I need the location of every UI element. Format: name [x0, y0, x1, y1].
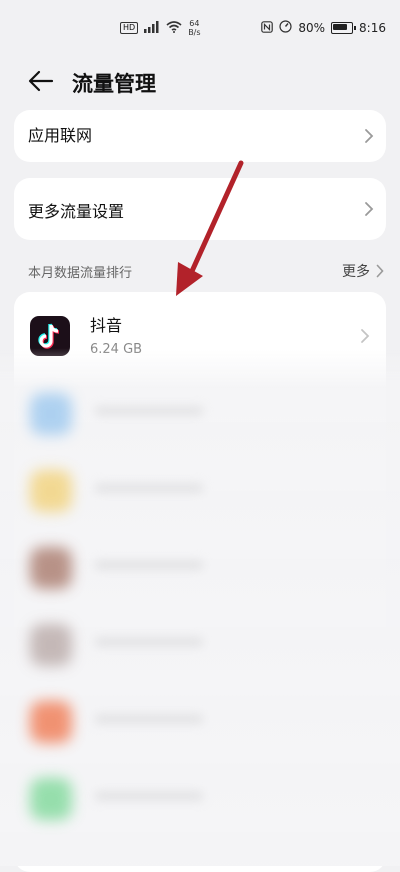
battery-fill	[333, 24, 348, 30]
chevron-right-icon	[365, 202, 374, 216]
battery-percent: 80%	[298, 21, 326, 35]
more-traffic-settings-label: 更多流量设置	[28, 202, 125, 221]
status-left: HD 64 B/s	[120, 18, 201, 37]
more-label: 更多	[342, 264, 370, 280]
header: 流量管理	[0, 58, 400, 106]
more-link[interactable]: 更多	[342, 261, 384, 281]
blurred-app-icon	[30, 547, 72, 589]
chevron-right-icon	[361, 329, 370, 343]
hd-badge: HD	[120, 21, 139, 34]
chevron-right-icon	[365, 129, 374, 143]
app-name: 抖音	[90, 316, 123, 335]
blurred-app-row	[14, 534, 386, 600]
page-title: 流量管理	[72, 72, 156, 96]
ranking-section-title: 本月数据流量排行	[28, 266, 133, 281]
blurred-app-row	[14, 457, 386, 523]
battery-icon	[331, 22, 357, 34]
blurred-app-text	[94, 483, 204, 493]
status-right: 80% 8:16	[261, 20, 386, 36]
blurred-app-text	[94, 791, 204, 801]
blurred-app-text	[94, 560, 204, 570]
blurred-app-icon	[30, 624, 72, 666]
speed-unit: B/s	[188, 27, 201, 37]
chevron-right-icon	[376, 264, 384, 278]
blurred-app-row	[14, 688, 386, 754]
app-network-label: 应用联网	[28, 126, 93, 145]
blurred-app-icon	[30, 701, 72, 743]
blurred-app-row	[14, 380, 386, 446]
signal-icon	[144, 18, 160, 37]
more-traffic-settings-row[interactable]: 更多流量设置	[14, 178, 386, 240]
clock: 8:16	[359, 21, 386, 35]
blurred-app-row	[14, 611, 386, 677]
blurred-app-text	[94, 714, 204, 724]
network-speed: 64 B/s	[188, 19, 200, 37]
wifi-icon	[166, 18, 182, 37]
blurred-app-text	[94, 637, 204, 647]
blurred-app-icon	[30, 778, 72, 820]
app-network-row[interactable]: 应用联网	[14, 110, 386, 162]
speedometer-icon	[279, 20, 292, 36]
blurred-app-icon	[30, 393, 72, 435]
back-button[interactable]	[24, 64, 58, 98]
back-arrow-icon	[28, 70, 54, 92]
nfc-icon	[261, 20, 274, 36]
status-bar: HD 64 B/s 80% 8:16	[0, 0, 400, 58]
blurred-app-text	[94, 406, 204, 416]
speed-value: 64	[189, 18, 200, 28]
blurred-app-icon	[30, 470, 72, 512]
blurred-app-row	[14, 765, 386, 831]
